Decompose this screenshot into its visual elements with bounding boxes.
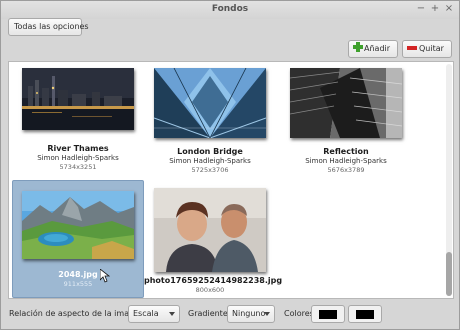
wallpaper-grid: River Thames Simon Hadleigh-Sparks 5734x… [8, 61, 454, 299]
chevron-down-icon [169, 312, 175, 316]
wallpaper-size: 5734x3251 [59, 163, 97, 171]
add-button[interactable]: Añadir [348, 40, 398, 58]
window-title: Fondos [211, 4, 249, 14]
close-icon[interactable]: × [443, 3, 455, 15]
wallpaper-name: photo17659252414982238.jpg [144, 276, 283, 285]
primary-color-swatch [319, 310, 337, 319]
primary-color-button[interactable] [311, 305, 345, 323]
wallpaper-item-reflection[interactable]: Reflection Simon Hadleigh-Sparks 5676x37… [280, 64, 412, 182]
wallpaper-item-photo[interactable]: photo17659252414982238.jpg 800x600 [144, 180, 283, 298]
wallpaper-thumbnail [154, 188, 266, 272]
wallpaper-size: 5676x3789 [327, 166, 365, 174]
wallpaper-thumbnail [22, 191, 134, 259]
wallpaper-name: 2048.jpg [58, 270, 98, 279]
wallpaper-author: Simon Hadleigh-Sparks [169, 157, 251, 165]
add-button-label: Añadir [364, 44, 391, 53]
wallpaper-author: Simon Hadleigh-Sparks [305, 157, 387, 165]
maximize-icon[interactable]: + [429, 3, 441, 15]
remove-button[interactable]: Quitar [402, 40, 452, 58]
wallpaper-size: 800x600 [195, 286, 225, 294]
title-bar: Fondos − + × [1, 1, 459, 19]
wallpaper-thumbnail [154, 68, 266, 138]
settings-bar: Relación de aspecto de la imagen Escala … [1, 303, 459, 325]
aspect-ratio-value: Escala [133, 309, 159, 318]
wallpaper-thumbnail [290, 68, 402, 138]
all-options-button[interactable]: Todas las opciones [8, 18, 89, 36]
colors-label: Colores [284, 309, 314, 318]
wallpaper-name: River Thames [47, 144, 109, 153]
minimize-icon[interactable]: − [415, 3, 427, 15]
wallpaper-name: London Bridge [177, 147, 243, 156]
chevron-down-icon [264, 312, 270, 316]
plus-icon [353, 42, 363, 52]
wallpaper-name: Reflection [323, 147, 369, 156]
mouse-pointer-icon [100, 269, 110, 283]
wallpaper-item-2048[interactable]: 2048.jpg 911x555 [12, 180, 144, 298]
wallpaper-thumbnail [22, 68, 134, 130]
gradient-select[interactable]: Ninguno [227, 305, 275, 323]
wallpaper-size: 5725x3706 [191, 166, 229, 174]
wallpaper-item-london-bridge[interactable]: London Bridge Simon Hadleigh-Sparks 5725… [144, 64, 276, 182]
wallpaper-size: 911x555 [63, 280, 93, 288]
wallpaper-item-river-thames[interactable]: River Thames Simon Hadleigh-Sparks 5734x… [12, 64, 144, 182]
gradient-value: Ninguno [232, 309, 266, 318]
minus-icon [407, 46, 417, 50]
wallpaper-author: Simon Hadleigh-Sparks [37, 154, 119, 162]
wallpaper-dialog: Fondos − + × Todas las opciones Añadir Q… [0, 0, 460, 330]
scrollbar-thumb[interactable] [446, 252, 452, 296]
vertical-scrollbar[interactable] [446, 64, 452, 296]
aspect-ratio-select[interactable]: Escala [128, 305, 180, 323]
gradient-label: Gradiente [188, 309, 228, 318]
secondary-color-button[interactable] [348, 305, 382, 323]
secondary-color-swatch [356, 310, 374, 319]
aspect-ratio-label: Relación de aspecto de la imagen [9, 309, 145, 318]
remove-button-label: Quitar [419, 44, 444, 53]
